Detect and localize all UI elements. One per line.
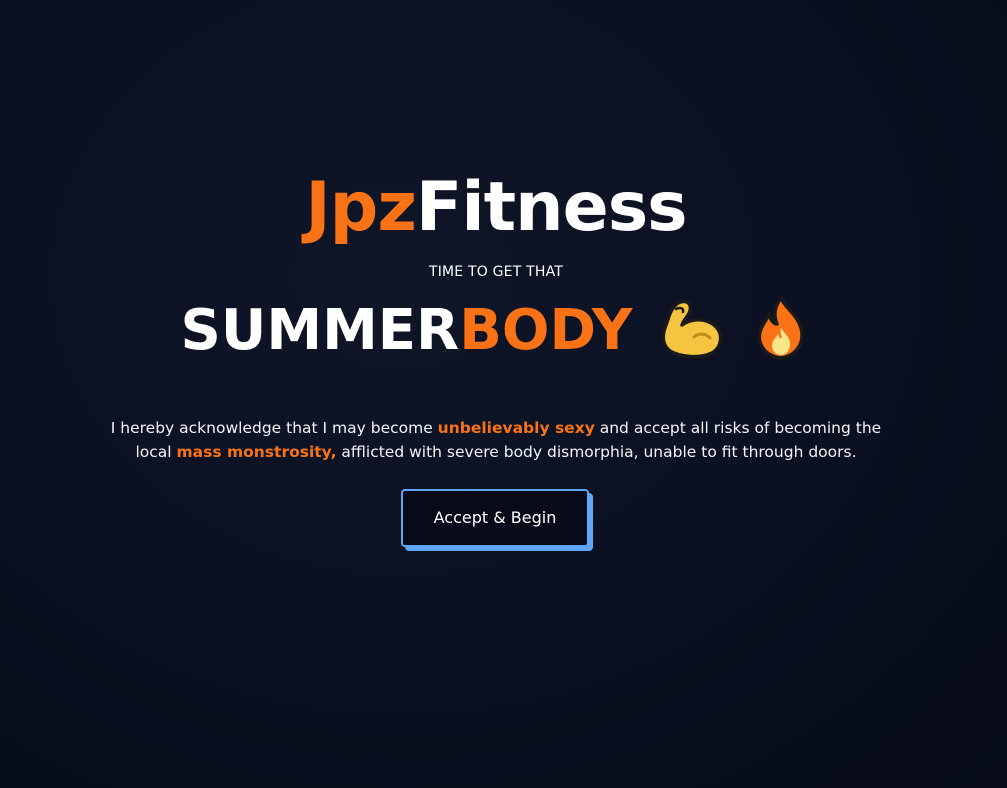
disclaimer-text: I hereby acknowledge that I may become u…	[100, 416, 892, 464]
brand-title-accent: Jpz	[305, 168, 417, 247]
disclaimer-part: I hereby acknowledge that I may become	[110, 418, 438, 437]
fire-icon	[751, 294, 811, 362]
disclaimer-highlight: mass monstrosity,	[176, 442, 337, 461]
landing-page: JpzFitness TIME TO GET THAT SUMMERBODY I…	[0, 0, 1007, 788]
accept-begin-button[interactable]: Accept & Begin	[401, 489, 589, 547]
disclaimer-part: afflicted with severe body dismorphia, u…	[336, 442, 857, 461]
brand-title: JpzFitness	[0, 168, 992, 248]
brand-title-main: Fitness	[415, 168, 688, 247]
tagline: TIME TO GET THAT	[428, 264, 564, 280]
disclaimer-highlight: unbelievably sexy	[437, 418, 595, 437]
hero-heading-accent: BODY	[459, 298, 633, 363]
hero-heading-main: SUMMER	[180, 298, 460, 363]
flexed-biceps-icon	[658, 295, 726, 361]
hero-heading: SUMMERBODY	[0, 296, 992, 368]
